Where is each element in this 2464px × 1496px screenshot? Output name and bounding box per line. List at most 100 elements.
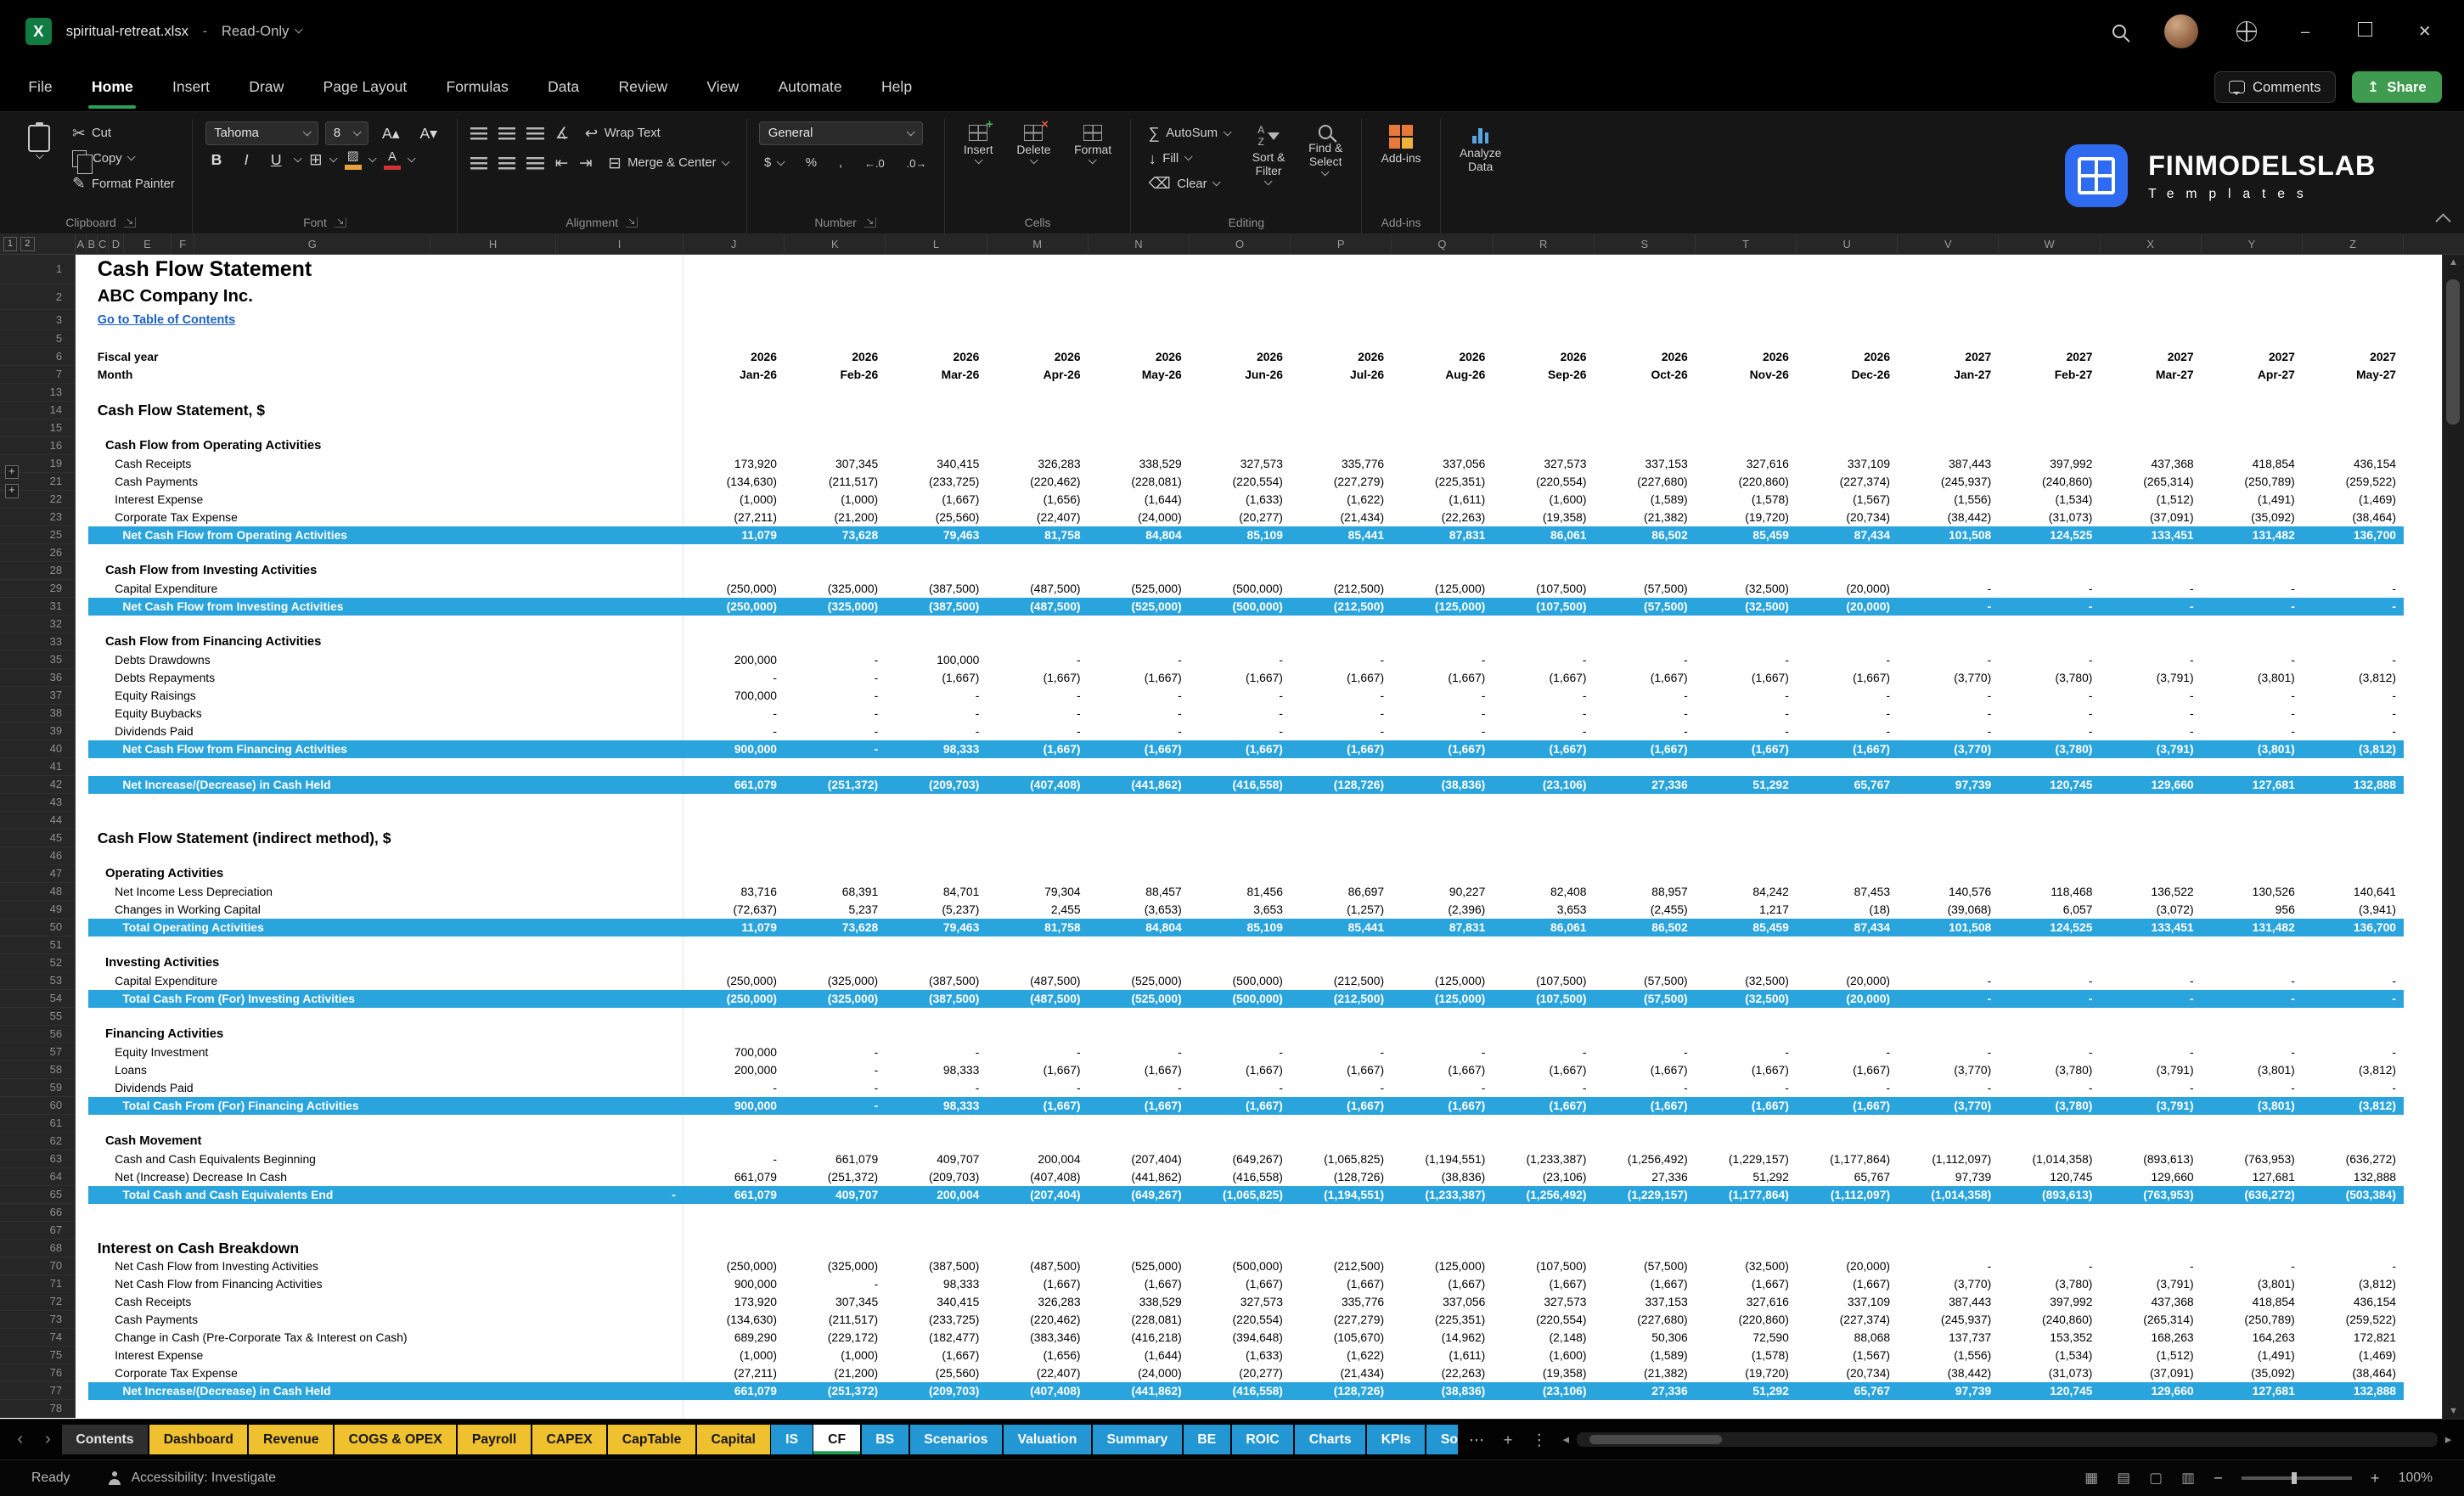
cell[interactable]: - [1797, 653, 1898, 666]
cell[interactable]: 65,767 [1797, 1170, 1898, 1184]
row-label-cell[interactable]: Change in Cash (Pre-Corporate Tax & Inte… [76, 1329, 684, 1347]
cell[interactable]: 84,242 [1696, 885, 1797, 898]
cell[interactable]: 86,061 [1494, 920, 1595, 934]
cell[interactable]: (19,358) [1494, 1366, 1595, 1380]
cell[interactable]: (525,000) [1089, 1259, 1190, 1273]
cell[interactable]: (1,000) [785, 1348, 886, 1362]
cell[interactable]: (32,500) [1696, 992, 1797, 1005]
cell[interactable]: (1,491) [2202, 1348, 2303, 1362]
cell[interactable]: 79,304 [987, 885, 1089, 898]
cell[interactable]: (3,812) [2303, 1277, 2404, 1291]
cell[interactable]: 3,653 [1494, 903, 1595, 916]
cell[interactable]: (1,256,492) [1494, 1188, 1595, 1201]
cell[interactable]: 129,660 [2101, 1170, 2202, 1184]
cell[interactable]: (1,667) [1595, 742, 1696, 756]
cell[interactable]: (1,667) [1392, 671, 1493, 684]
cell[interactable]: 85,441 [1291, 920, 1392, 934]
dialog-launcher-icon[interactable]: ↘ [335, 217, 346, 228]
cell[interactable]: 409,707 [886, 1152, 987, 1166]
cell[interactable]: (32,500) [1696, 582, 1797, 595]
cell[interactable]: (240,860) [2000, 1313, 2101, 1326]
cell[interactable]: 73,628 [785, 528, 886, 542]
row-label-cell[interactable]: Cash Receipts [76, 455, 684, 473]
cell[interactable]: (125,000) [1392, 1259, 1493, 1273]
cell[interactable]: (500,000) [1190, 1259, 1291, 1273]
row-label-cell[interactable]: Equity Buybacks [76, 705, 684, 723]
cell[interactable]: 3,653 [1190, 903, 1291, 916]
cell[interactable]: (245,937) [1898, 475, 1999, 488]
row-header-76[interactable]: 76 [0, 1364, 76, 1382]
cell[interactable]: (38,464) [2303, 1366, 2404, 1380]
cell[interactable]: - [1898, 582, 1999, 595]
tab-be[interactable]: BE [1184, 1425, 1230, 1454]
zoom-in-button[interactable]: + [2371, 1469, 2380, 1488]
cell[interactable]: - [785, 671, 886, 684]
cell[interactable]: 661,079 [785, 1152, 886, 1166]
cell[interactable]: 2027 [2101, 350, 2202, 363]
tab-revenue[interactable]: Revenue [249, 1425, 333, 1454]
cell[interactable]: - [2000, 1045, 2101, 1059]
col-header-P[interactable]: P [1291, 234, 1392, 254]
cell[interactable]: (107,500) [1494, 582, 1595, 595]
cell[interactable]: (227,680) [1595, 1313, 1696, 1326]
row-label-cell[interactable]: Cash Flow Statement [76, 255, 684, 284]
cell[interactable]: 337,056 [1392, 1295, 1493, 1308]
cell[interactable]: 88,957 [1595, 885, 1696, 898]
cell[interactable]: - [1595, 689, 1696, 702]
cell[interactable]: (500,000) [1190, 599, 1291, 613]
cell[interactable]: Jan-27 [1898, 368, 1999, 381]
cell[interactable]: 87,434 [1797, 920, 1898, 934]
cell[interactable]: (525,000) [1089, 992, 1190, 1005]
cell[interactable]: (3,653) [1089, 903, 1190, 916]
cell[interactable]: (383,346) [987, 1330, 1089, 1344]
borders-icon[interactable]: ⊞ [309, 152, 323, 168]
cell[interactable]: (1,667) [1392, 1063, 1493, 1077]
cell[interactable]: - [1392, 1045, 1493, 1059]
row-header-43[interactable]: 43 [0, 794, 76, 812]
row-label-cell[interactable] [76, 936, 684, 954]
cell[interactable]: (1,667) [1291, 1099, 1392, 1112]
cell[interactable]: - [2303, 689, 2404, 702]
cell[interactable]: 2026 [1190, 350, 1291, 363]
cell[interactable]: 338,529 [1089, 457, 1190, 470]
cell[interactable]: (387,500) [886, 992, 987, 1005]
cell[interactable]: (416,218) [1089, 1330, 1190, 1344]
row-label-cell[interactable]: Debts Drawdowns [76, 651, 684, 669]
cell[interactable]: (227,279) [1291, 475, 1392, 488]
cell[interactable]: 338,529 [1089, 1295, 1190, 1308]
row-header-58[interactable]: 58 [0, 1061, 76, 1079]
cell[interactable]: (500,000) [1190, 992, 1291, 1005]
cell[interactable]: 5,237 [785, 903, 886, 916]
row-label-cell[interactable]: Month [76, 366, 684, 384]
tab-roic[interactable]: ROIC [1232, 1425, 1294, 1454]
row-header-50[interactable]: 50 [0, 919, 76, 936]
cell[interactable]: 131,482 [2202, 528, 2303, 542]
cell[interactable]: (227,680) [1595, 475, 1696, 488]
shrink-font-button[interactable]: A▾ [413, 121, 444, 145]
cell[interactable]: - [2000, 653, 2101, 666]
cell[interactable]: 335,776 [1291, 457, 1392, 470]
cell[interactable]: 132,888 [2303, 778, 2404, 791]
comma-format-button[interactable]: , [834, 152, 847, 176]
cell[interactable]: 700,000 [684, 1045, 785, 1059]
cell[interactable]: - [785, 1277, 886, 1291]
cell[interactable]: 87,453 [1797, 885, 1898, 898]
col-header-C[interactable]: C [98, 234, 109, 254]
cell[interactable]: - [1797, 706, 1898, 720]
cell[interactable]: - [987, 689, 1089, 702]
cell[interactable]: (1,256,492) [1595, 1152, 1696, 1166]
cell[interactable]: - [886, 706, 987, 720]
cell[interactable]: - [1392, 689, 1493, 702]
cell[interactable]: - [684, 671, 785, 684]
cell[interactable]: 65,767 [1797, 1384, 1898, 1398]
cell[interactable]: 86,502 [1595, 528, 1696, 542]
paste-button[interactable] [22, 121, 57, 160]
cell[interactable]: 397,992 [2000, 1295, 2101, 1308]
restore-button[interactable] [2354, 22, 2376, 41]
row-label-cell[interactable]: Dividends Paid [76, 1079, 684, 1097]
cell[interactable]: (1,656) [987, 1348, 1089, 1362]
row-header-35[interactable]: 35 [0, 651, 76, 669]
cell[interactable]: (220,554) [1494, 475, 1595, 488]
row-header-1[interactable]: 1 [0, 255, 76, 284]
cell[interactable]: (3,812) [2303, 671, 2404, 684]
